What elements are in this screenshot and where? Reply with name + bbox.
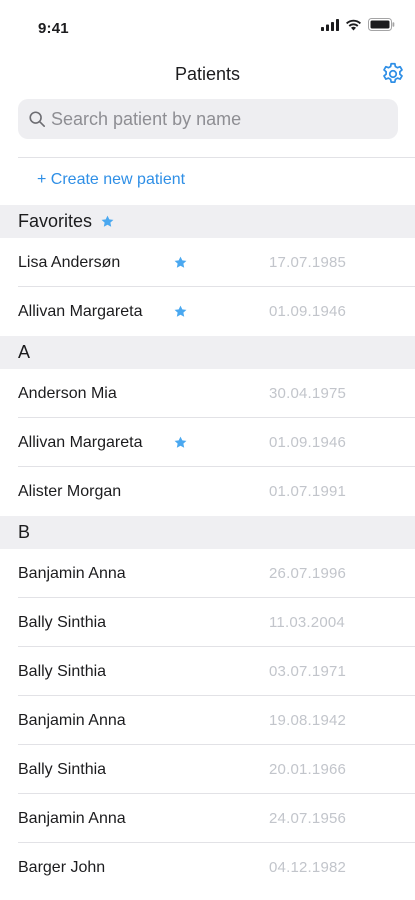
- section-header-label: B: [18, 522, 31, 542]
- section-header: Favorites: [0, 205, 415, 238]
- patient-birthdate: 30.04.1975: [269, 385, 347, 402]
- section-header-label: Favorites: [18, 211, 93, 231]
- search-input[interactable]: [51, 108, 381, 130]
- patient-birthdate: 11.03.2004: [269, 614, 345, 631]
- favorite-star-icon: [101, 215, 114, 227]
- patient-birthdate: 01.09.1946: [269, 434, 347, 451]
- patient-list: Favorites Lisa Andersøn 17.07.1985 Allivan …: [0, 205, 415, 892]
- patient-birthdate: 01.07.1991: [269, 483, 347, 500]
- patient-birthdate: 26.07.1996: [269, 565, 347, 582]
- patient-row[interactable]: Anderson Mia 30.04.1975: [0, 369, 415, 418]
- create-new-patient-link[interactable]: + Create new patient: [37, 171, 185, 189]
- patient-name: Bally Sinthia: [18, 760, 107, 778]
- search-bar[interactable]: [18, 99, 398, 139]
- patient-name: Barger John: [18, 858, 106, 876]
- status-bar: 9:41: [0, 0, 415, 54]
- patient-name: Anderson Mia: [18, 384, 117, 402]
- patient-row[interactable]: Allivan Margareta 01.09.1946: [0, 418, 415, 467]
- settings-gear-icon[interactable]: [380, 61, 406, 87]
- patient-birthdate: 01.09.1946: [269, 303, 347, 320]
- search-icon: [29, 111, 46, 128]
- patient-row[interactable]: Allivan Margareta 01.09.1946: [0, 287, 415, 336]
- patient-name: Lisa Andersøn: [18, 253, 121, 271]
- patient-row[interactable]: Banjamin Anna 26.07.1996: [0, 549, 415, 598]
- patient-row[interactable]: Alister Morgan 01.07.1991: [0, 467, 415, 516]
- patient-birthdate: 19.08.1942: [269, 712, 347, 729]
- patient-row[interactable]: Bally Sinthia 03.07.1971: [0, 647, 415, 696]
- section-header-label: A: [18, 342, 31, 362]
- patient-row[interactable]: Bally Sinthia 20.01.1966: [0, 745, 415, 794]
- patient-birthdate: 04.12.1982: [269, 859, 347, 876]
- battery-icon: [368, 18, 395, 31]
- patient-name: Allivan Margareta: [18, 302, 143, 320]
- signal-icon: [321, 18, 339, 31]
- status-time: 9:41: [38, 20, 69, 37]
- patient-name: Bally Sinthia: [18, 662, 107, 680]
- patient-row[interactable]: Banjamin Anna 19.08.1942: [0, 696, 415, 745]
- section-header: A: [0, 336, 415, 369]
- section-header: B: [0, 516, 415, 549]
- patient-row[interactable]: Barger John 04.12.1982: [0, 843, 415, 892]
- patient-birthdate: 24.07.1956: [269, 810, 347, 827]
- favorite-star-icon: [174, 436, 187, 448]
- page-title: Patients: [174, 64, 241, 84]
- patient-birthdate: 17.07.1985: [269, 254, 347, 271]
- patient-name: Alister Morgan: [18, 482, 122, 500]
- patient-name: Bally Sinthia: [18, 613, 107, 631]
- status-icons: [321, 18, 395, 31]
- patient-name: Banjamin Anna: [18, 711, 126, 729]
- wifi-icon: [346, 19, 361, 30]
- divider: [18, 157, 415, 158]
- patient-name: Allivan Margareta: [18, 433, 143, 451]
- favorite-star-icon: [174, 256, 187, 268]
- patient-birthdate: 03.07.1971: [269, 663, 347, 680]
- patient-row[interactable]: Lisa Andersøn 17.07.1985: [0, 238, 415, 287]
- navigation-bar: Patients: [0, 54, 415, 94]
- patient-row[interactable]: Banjamin Anna 24.07.1956: [0, 794, 415, 843]
- patient-row[interactable]: Bally Sinthia 11.03.2004: [0, 598, 415, 647]
- patient-name: Banjamin Anna: [18, 564, 126, 582]
- patient-name: Banjamin Anna: [18, 809, 126, 827]
- patient-birthdate: 20.01.1966: [269, 761, 347, 778]
- favorite-star-icon: [174, 305, 187, 317]
